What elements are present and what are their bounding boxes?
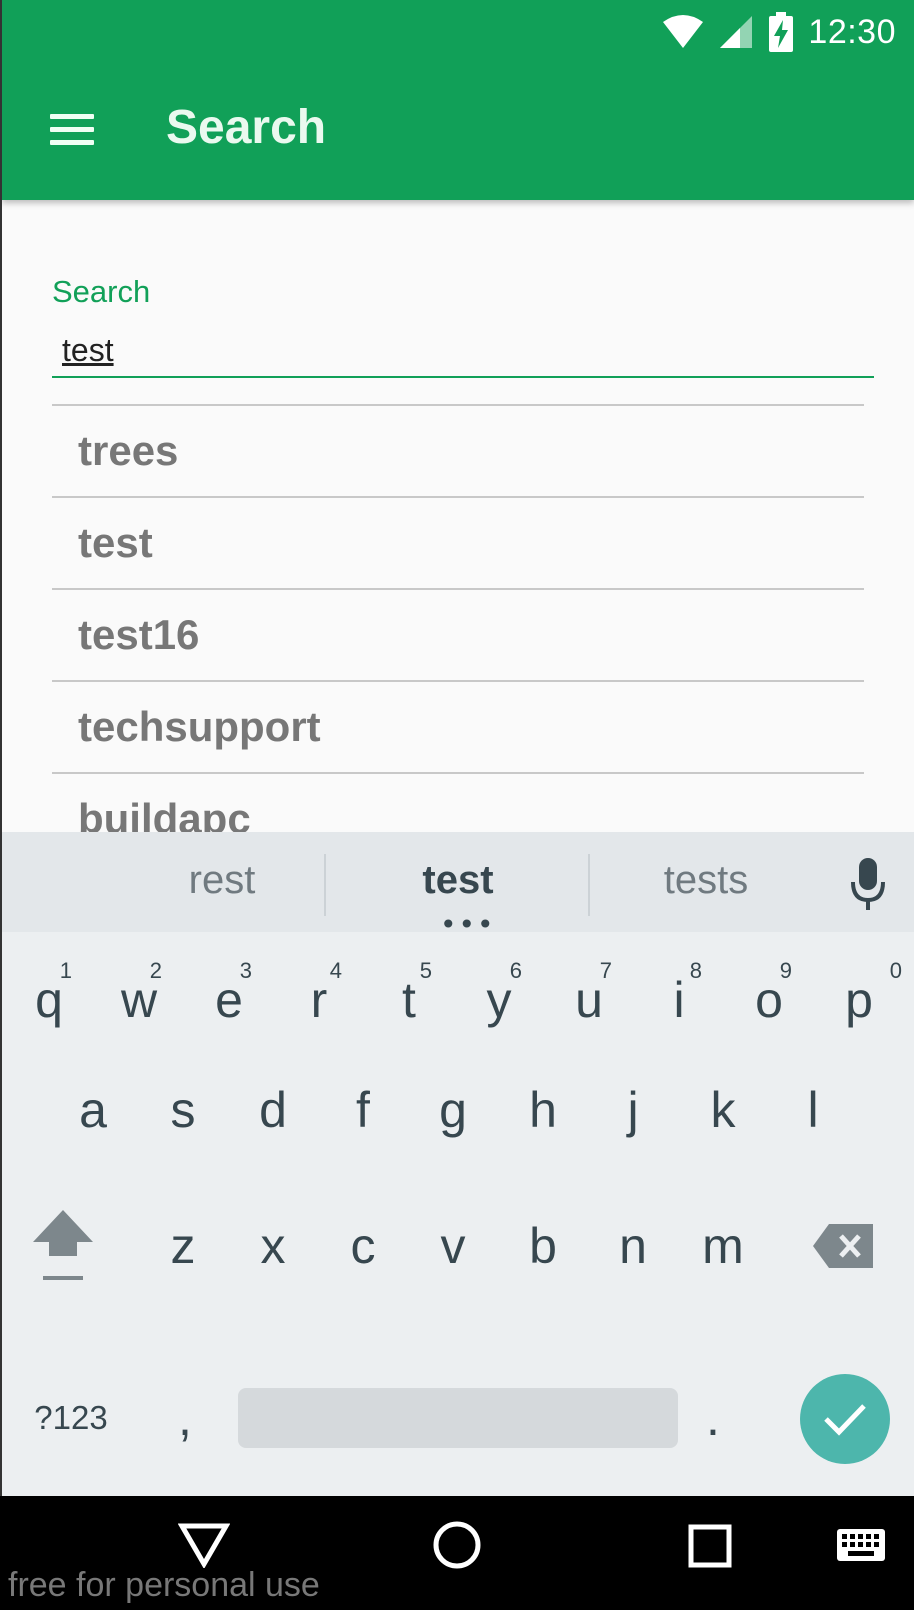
key-y[interactable]: 6y <box>454 940 544 1060</box>
key-w[interactable]: 2w <box>94 940 184 1060</box>
key-label: i <box>673 972 685 1028</box>
key-t[interactable]: 5t <box>364 940 454 1060</box>
recents-icon[interactable] <box>688 1524 732 1568</box>
keyboard-switch-icon[interactable] <box>836 1528 886 1564</box>
checkmark-icon <box>824 1404 866 1436</box>
suggestion-item[interactable]: test16 <box>52 590 864 682</box>
key-z[interactable]: z <box>138 1186 228 1306</box>
key-hint: 5 <box>419 958 432 983</box>
period-key[interactable]: . <box>668 1358 758 1478</box>
key-j[interactable]: j <box>588 1050 678 1170</box>
enter-button[interactable] <box>800 1374 890 1464</box>
key-v[interactable]: v <box>408 1186 498 1306</box>
key-label: y <box>486 972 512 1028</box>
key-b[interactable]: b <box>498 1186 588 1306</box>
key-hint: 9 <box>779 958 792 983</box>
key-e[interactable]: 3e <box>184 940 274 1060</box>
key-x[interactable]: x <box>228 1186 318 1306</box>
search-input[interactable] <box>52 324 874 378</box>
suggestion-divider <box>324 854 326 916</box>
suggestion-divider <box>588 854 590 916</box>
backspace-key[interactable] <box>798 1186 888 1306</box>
key-r[interactable]: 4r <box>274 940 364 1060</box>
key-label: e <box>215 972 243 1028</box>
key-label: q <box>35 972 63 1028</box>
key-q[interactable]: 1q <box>4 940 94 1060</box>
key-hint: 1 <box>59 958 72 983</box>
screen: 12:30 Search Search trees test test16 te… <box>0 0 914 1610</box>
key-hint: 7 <box>599 958 612 983</box>
key-label: t <box>402 972 416 1028</box>
shift-icon <box>33 1210 93 1280</box>
key-label: p <box>845 972 873 1028</box>
suggestion-list: trees test test16 techsupport buildapc <box>52 404 864 866</box>
search-field-label: Search <box>52 274 151 309</box>
left-edge <box>0 0 2 1496</box>
status-time: 12:30 <box>808 12 896 51</box>
key-hint: 0 <box>889 958 902 983</box>
key-label: u <box>575 972 603 1028</box>
key-hint: 3 <box>239 958 252 983</box>
key-u[interactable]: 7u <box>544 940 634 1060</box>
suggestion-item[interactable]: test <box>52 498 864 590</box>
keyboard-suggestion-strip: rest test ••• tests <box>2 832 914 941</box>
key-f[interactable]: f <box>318 1050 408 1170</box>
microphone-icon[interactable] <box>850 858 886 912</box>
back-icon[interactable] <box>178 1522 230 1568</box>
suggestion-item[interactable]: trees <box>52 406 864 498</box>
battery-charging-icon <box>769 12 794 52</box>
hamburger-menu-icon[interactable] <box>46 106 102 150</box>
comma-key[interactable]: , <box>140 1358 230 1478</box>
page-title: Search <box>166 101 327 154</box>
home-icon[interactable] <box>432 1520 482 1570</box>
key-m[interactable]: m <box>678 1186 768 1306</box>
key-hint: 6 <box>509 958 522 983</box>
search-content: Search trees test test16 techsupport bui… <box>2 200 914 866</box>
key-g[interactable]: g <box>408 1050 498 1170</box>
key-n[interactable]: n <box>588 1186 678 1306</box>
shift-key[interactable] <box>18 1186 108 1306</box>
wifi-icon <box>663 15 704 48</box>
app-bar: 12:30 Search <box>2 0 914 200</box>
watermark-text: free for personal use <box>8 1566 320 1604</box>
key-i[interactable]: 8i <box>634 940 724 1060</box>
soft-keyboard: rest test ••• tests 1q 2w 3e 4r 5t 6y 7u… <box>2 832 914 1496</box>
key-l[interactable]: l <box>768 1050 858 1170</box>
key-h[interactable]: h <box>498 1050 588 1170</box>
signal-icon <box>720 16 753 48</box>
key-label: o <box>755 972 783 1028</box>
more-suggestions-dots: ••• <box>440 908 496 941</box>
key-k[interactable]: k <box>678 1050 768 1170</box>
key-hint: 4 <box>329 958 342 983</box>
spacebar[interactable] <box>238 1388 678 1448</box>
symbols-key[interactable]: ?123 <box>26 1358 116 1478</box>
key-a[interactable]: a <box>48 1050 138 1170</box>
keyboard-suggestion[interactable]: tests <box>606 858 806 903</box>
suggestion-item[interactable]: techsupport <box>52 682 864 774</box>
key-label: r <box>310 972 328 1028</box>
key-hint: 8 <box>689 958 702 983</box>
key-c[interactable]: c <box>318 1186 408 1306</box>
keyboard-suggestion-primary[interactable]: test <box>358 858 558 903</box>
backspace-icon <box>813 1224 873 1268</box>
keyboard-suggestion[interactable]: rest <box>122 858 322 903</box>
key-p[interactable]: 0p <box>814 940 904 1060</box>
key-s[interactable]: s <box>138 1050 228 1170</box>
status-bar: 12:30 <box>662 10 896 54</box>
key-d[interactable]: d <box>228 1050 318 1170</box>
key-o[interactable]: 9o <box>724 940 814 1060</box>
key-hint: 2 <box>149 958 162 983</box>
